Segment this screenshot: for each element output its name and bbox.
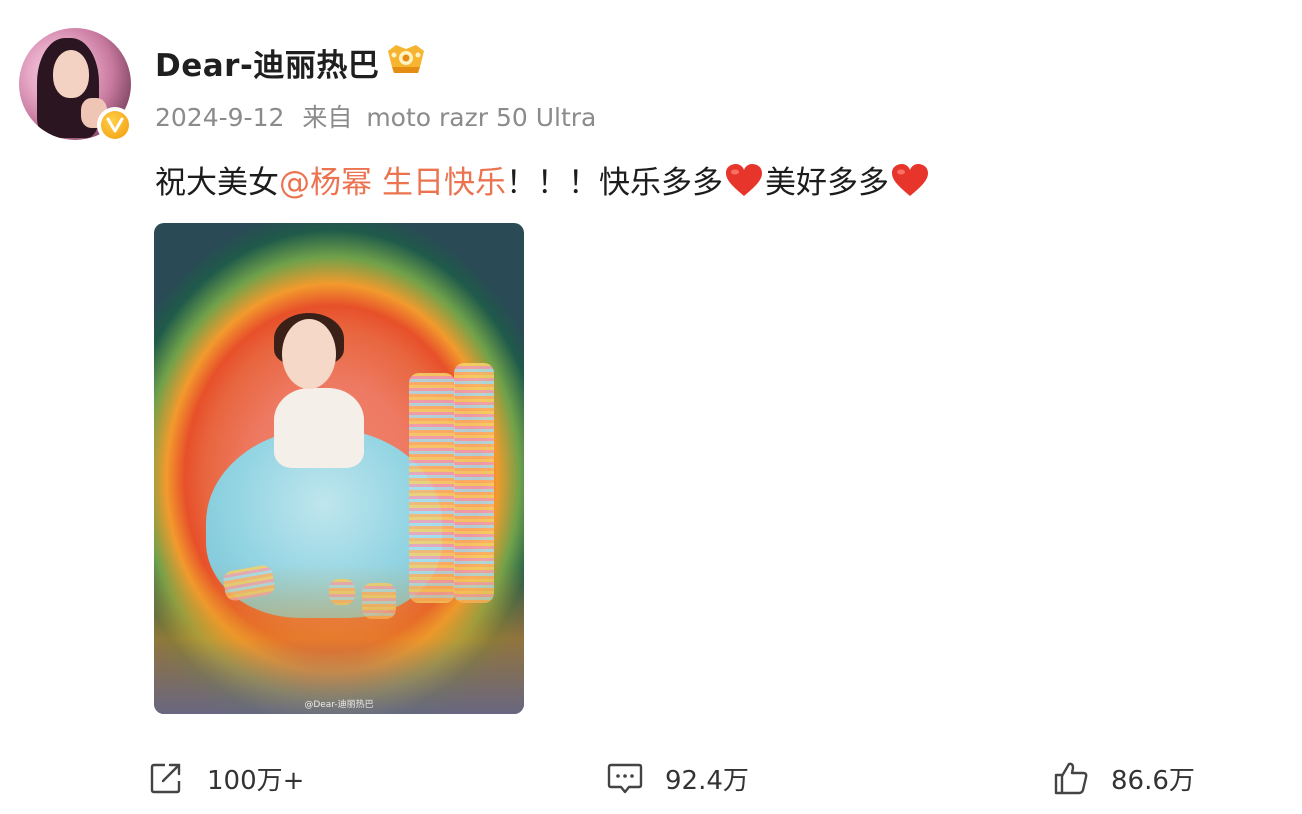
post-image[interactable]: @Dear-迪丽热巴: [154, 223, 524, 714]
repost-button[interactable]: 100万+: [149, 756, 304, 800]
username[interactable]: Dear-迪丽热巴: [155, 40, 379, 85]
comment-count: 92.4万: [665, 765, 749, 796]
like-icon: [1054, 762, 1088, 795]
repost-icon: [150, 763, 181, 794]
image-watermark: @Dear-迪丽热巴: [304, 700, 374, 710]
text-good: 美好多多: [765, 165, 889, 201]
repost-count: 100万+: [207, 765, 305, 796]
heart-icon: [892, 163, 928, 196]
device-source[interactable]: moto razr 50 Ultra: [366, 103, 596, 132]
like-button[interactable]: 86.6万: [1053, 756, 1195, 800]
text-prefix: 祝大美女: [155, 165, 279, 201]
post-meta: 2024-9-12 来自 moto razr 50 Ultra: [155, 98, 596, 134]
post-date[interactable]: 2024-9-12: [155, 103, 284, 132]
like-count: 86.6万: [1111, 765, 1195, 796]
source-prefix: 来自: [302, 103, 353, 132]
verified-icon: [97, 107, 133, 143]
exclaim-text: ！！！: [506, 165, 599, 201]
action-bar: 100万+ 92.4万 86.6万: [0, 756, 1302, 800]
text-happy: 快乐多多: [599, 165, 723, 201]
comment-button[interactable]: 92.4万: [607, 756, 749, 800]
topic-link[interactable]: 生日快乐: [382, 157, 506, 202]
weibo-post: Dear-迪丽热巴 2024-9-12 来自 moto razr 50 Ultr…: [0, 0, 1302, 814]
heart-icon: [726, 163, 762, 196]
level-badge-icon[interactable]: [384, 41, 428, 77]
post-text: 祝大美女 @杨幂 生日快乐 ！！！ 快乐多多 美好多多: [155, 157, 931, 202]
comment-icon: [607, 763, 643, 794]
mention-link[interactable]: @杨幂: [279, 157, 372, 202]
